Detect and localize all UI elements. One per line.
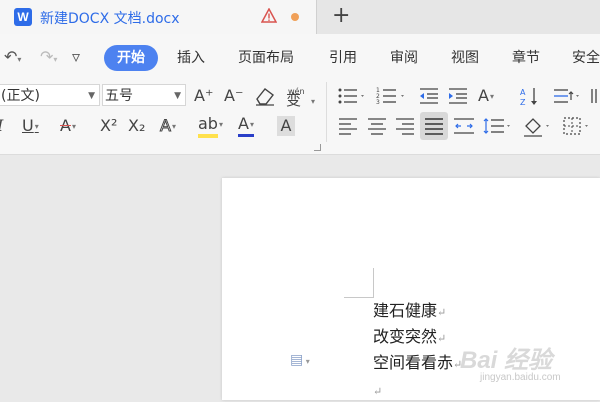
svg-text:3: 3 xyxy=(376,99,380,106)
paragraph-mark: ↵ xyxy=(373,385,383,398)
margin-marker xyxy=(344,297,374,298)
align-left-icon[interactable] xyxy=(337,116,359,136)
new-tab-button[interactable]: + xyxy=(332,3,350,29)
italic-button[interactable]: I xyxy=(0,116,3,136)
redo-button[interactable]: ↷▾ xyxy=(40,48,57,69)
paragraph-mark: ↵ xyxy=(437,306,447,319)
tab-insert[interactable]: 插入 xyxy=(177,48,205,68)
redo-icon: ↷ xyxy=(40,47,54,66)
chevron-down-icon: ▼ xyxy=(174,91,181,101)
text-effect-button[interactable]: A▾ xyxy=(160,116,176,137)
font-color-button[interactable]: A▾ xyxy=(238,114,254,137)
align-center-icon[interactable] xyxy=(366,116,388,136)
document-tab-title: 新建DOCX 文档.docx xyxy=(40,11,180,27)
line-text: 改变突然 xyxy=(373,327,438,346)
chevron-down-icon: ▼ xyxy=(88,91,95,101)
line-spacing-icon[interactable] xyxy=(482,116,514,136)
bullet-list-icon[interactable] xyxy=(337,86,367,106)
tab-security[interactable]: 安全 xyxy=(572,48,600,68)
document-tab[interactable]: W 新建DOCX 文档.docx xyxy=(0,0,317,34)
tab-bar: W 新建DOCX 文档.docx + xyxy=(0,0,600,34)
watermark-logo: Bai 经验 xyxy=(460,347,553,374)
line-text: 空间看看赤 xyxy=(373,353,454,372)
highlight-color-bar xyxy=(198,134,218,138)
svg-text:Z: Z xyxy=(520,98,526,107)
tab-view[interactable]: 视图 xyxy=(451,48,479,68)
highlighter-icon: ab xyxy=(198,114,218,133)
strikethrough-icon: A xyxy=(60,116,71,135)
font-size-value: 五号 xyxy=(105,88,133,104)
document-line[interactable]: 建石健康↵ xyxy=(373,301,446,323)
text-direction-button[interactable]: A▾ xyxy=(478,86,494,107)
show-hide-marks-icon[interactable] xyxy=(588,86,600,106)
tab-section[interactable]: 章节 xyxy=(512,48,540,68)
font-dialog-launcher-icon[interactable] xyxy=(314,144,321,151)
paragraph-mark: ↵ xyxy=(437,332,447,345)
document-line-empty[interactable]: ↵ xyxy=(373,380,382,402)
tab-references[interactable]: 引用 xyxy=(329,48,357,68)
underline-icon: U xyxy=(22,116,34,135)
shrink-font-button[interactable]: A⁻ xyxy=(224,86,243,106)
highlight-button[interactable]: ab▾ xyxy=(198,114,223,138)
font-size-select[interactable]: 五号 ▼ xyxy=(102,84,186,106)
text-direction-icon: A xyxy=(478,86,489,105)
chevron-down-icon: ▾ xyxy=(311,97,316,106)
underline-button[interactable]: U▾ xyxy=(22,116,39,137)
strikethrough-button[interactable]: A▾ xyxy=(60,116,76,137)
font-name-value: (正文) xyxy=(1,88,40,104)
distributed-align-icon[interactable] xyxy=(452,116,476,136)
warning-icon[interactable] xyxy=(261,8,277,24)
word-doc-icon: W xyxy=(14,8,32,26)
grow-font-button[interactable]: A⁺ xyxy=(194,86,213,106)
borders-icon[interactable] xyxy=(562,116,592,136)
ribbon-separator xyxy=(326,82,327,142)
undo-button[interactable]: ↶▾ xyxy=(4,48,21,69)
phonetic-char: 变 xyxy=(286,91,302,109)
justify-button[interactable] xyxy=(420,112,448,140)
watermark: Bai 经验 jingyan.baidu.com xyxy=(460,340,561,383)
align-right-icon[interactable] xyxy=(394,116,416,136)
subscript-button[interactable]: X₂ xyxy=(128,116,145,136)
clear-format-eraser-icon[interactable] xyxy=(254,86,276,106)
numbered-list-icon[interactable]: 1 2 3 xyxy=(376,86,408,106)
tab-home[interactable]: 开始 xyxy=(104,45,158,71)
decrease-indent-icon[interactable] xyxy=(418,86,440,106)
tab-page-layout[interactable]: 页面布局 xyxy=(238,48,294,68)
text-effect-icon: A xyxy=(160,116,172,136)
document-line[interactable]: 空间看看赤↵ xyxy=(373,353,462,375)
unsaved-indicator-icon xyxy=(291,13,299,21)
font-name-select[interactable]: (正文) ▼ xyxy=(0,84,100,106)
watermark-url: jingyan.baidu.com xyxy=(480,372,561,383)
undo-icon: ↶ xyxy=(4,47,18,66)
shading-bucket-icon[interactable] xyxy=(522,116,552,138)
font-color-icon: A xyxy=(238,114,249,133)
justify-icon xyxy=(425,118,443,135)
superscript-button[interactable]: X² xyxy=(100,116,117,136)
increase-indent-icon[interactable] xyxy=(447,86,469,106)
customize-quick-access-button[interactable]: ▿ xyxy=(72,48,80,66)
tab-review[interactable]: 审阅 xyxy=(390,48,418,68)
line-text: 建石健康 xyxy=(373,301,438,320)
font-color-bar xyxy=(238,134,254,137)
paragraph-spacing-icon[interactable] xyxy=(552,86,582,106)
paragraph-layout-icon[interactable]: ▤ ▾ xyxy=(290,352,310,368)
character-shading-button[interactable]: A xyxy=(277,116,295,136)
document-line[interactable]: 改变突然↵ xyxy=(373,327,446,349)
margin-marker xyxy=(373,268,374,298)
svg-text:A: A xyxy=(520,88,526,97)
sort-icon[interactable]: A Z xyxy=(520,86,542,108)
